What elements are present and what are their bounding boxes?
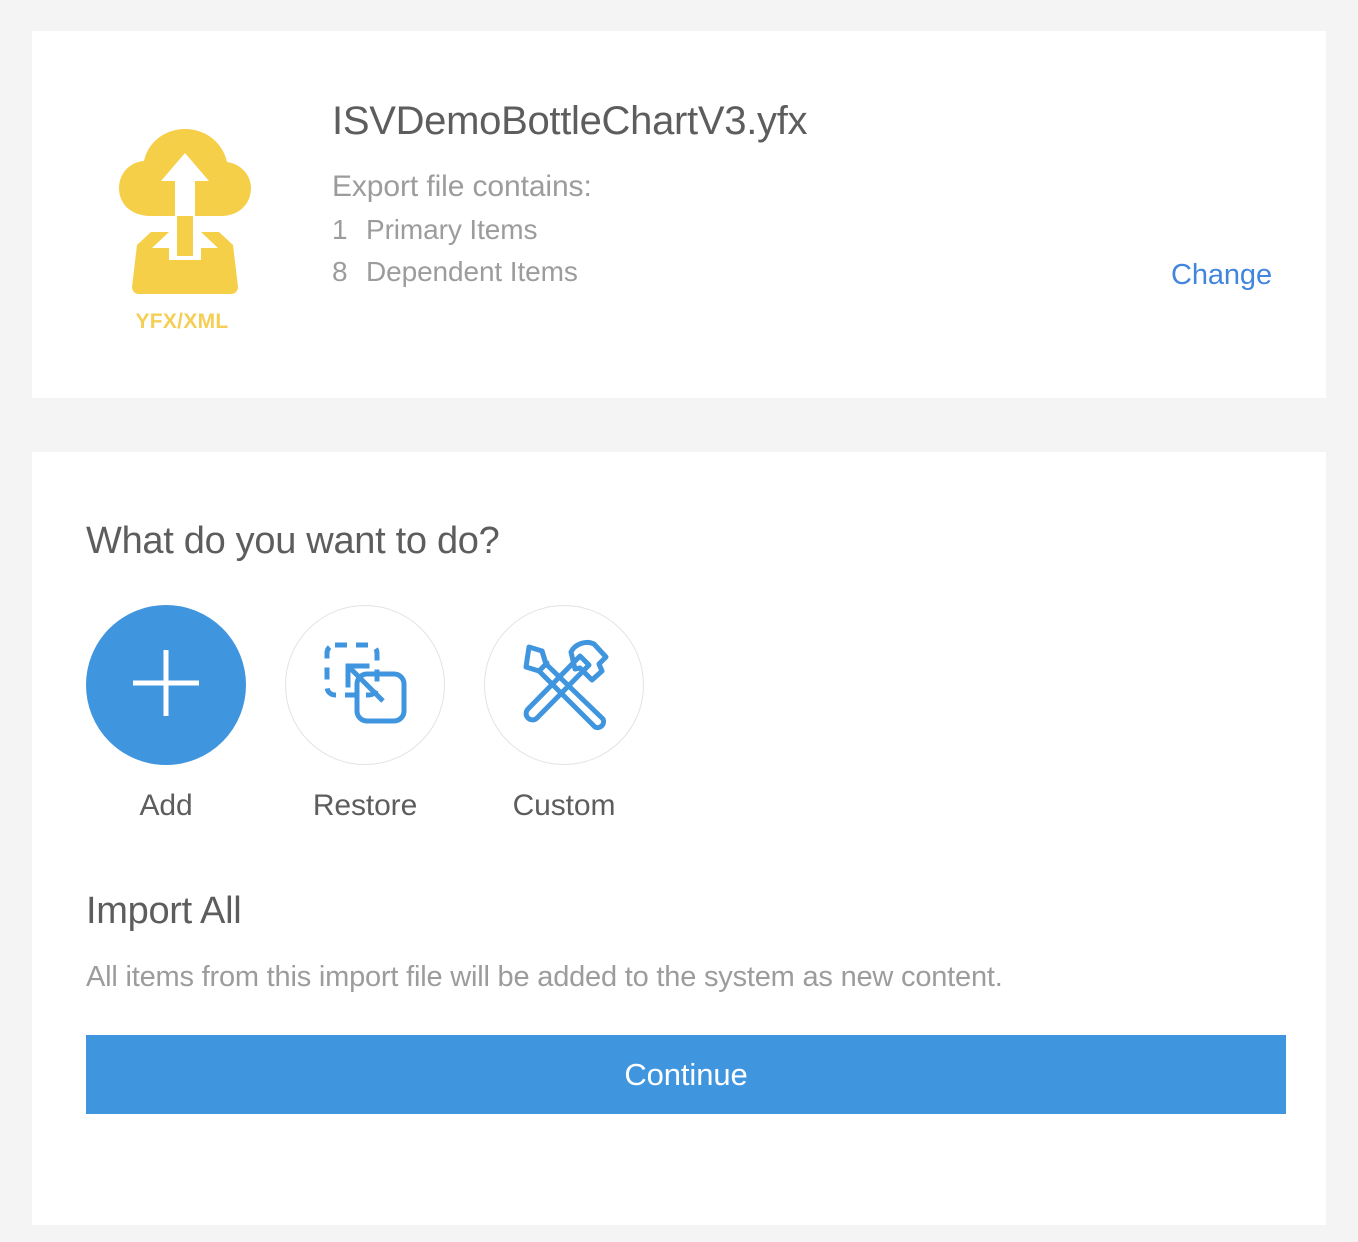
change-file-link[interactable]: Change xyxy=(1171,259,1272,292)
file-summary-card: YFX/XML ISVDemoBottleChartV3.yfx Export … xyxy=(32,31,1326,398)
action-choice-custom[interactable]: Custom xyxy=(484,605,644,823)
primary-items-count: 1 xyxy=(332,214,348,245)
action-choice-restore[interactable]: Restore xyxy=(285,605,445,823)
import-mode-description: All items from this import file will be … xyxy=(86,961,1003,993)
dependent-items-count: 8 xyxy=(332,256,348,287)
action-choice-restore-label: Restore xyxy=(312,789,418,822)
action-choice-add[interactable]: Add xyxy=(86,605,246,823)
continue-button[interactable]: Continue xyxy=(86,1035,1286,1114)
plus-icon xyxy=(123,640,209,731)
restore-select-icon xyxy=(317,635,413,736)
add-choice-circle[interactable] xyxy=(86,605,246,765)
restore-choice-circle[interactable] xyxy=(285,605,445,765)
action-choice-custom-label: Custom xyxy=(512,789,616,822)
primary-items-label: Primary Items xyxy=(366,214,538,245)
cloud-upload-yfx-xml-icon xyxy=(107,120,257,305)
import-mode-title: Import All xyxy=(86,890,242,932)
pencil-hammer-icon xyxy=(516,635,612,736)
dependent-items-label: Dependent Items xyxy=(366,256,578,287)
action-question-heading: What do you want to do? xyxy=(86,520,500,562)
import-wizard-page: YFX/XML ISVDemoBottleChartV3.yfx Export … xyxy=(0,0,1358,1242)
action-choice-list: Add Restore Custom xyxy=(86,605,1272,823)
action-choice-add-label: Add xyxy=(139,789,193,822)
file-name-title: ISVDemoBottleChartV3.yfx xyxy=(332,99,808,143)
contents-row-dependent: 8 Dependent Items xyxy=(332,256,1272,288)
action-chooser-card: What do you want to do? Add Restore Cust… xyxy=(32,452,1326,1225)
contents-row-primary: 1 Primary Items xyxy=(332,214,1272,246)
export-contains-label: Export file contains: xyxy=(332,170,592,203)
file-icon-column: YFX/XML xyxy=(32,31,332,398)
file-info-column: ISVDemoBottleChartV3.yfx Export file con… xyxy=(332,31,1326,398)
file-type-badge: YFX/XML xyxy=(135,310,229,333)
custom-choice-circle[interactable] xyxy=(484,605,644,765)
